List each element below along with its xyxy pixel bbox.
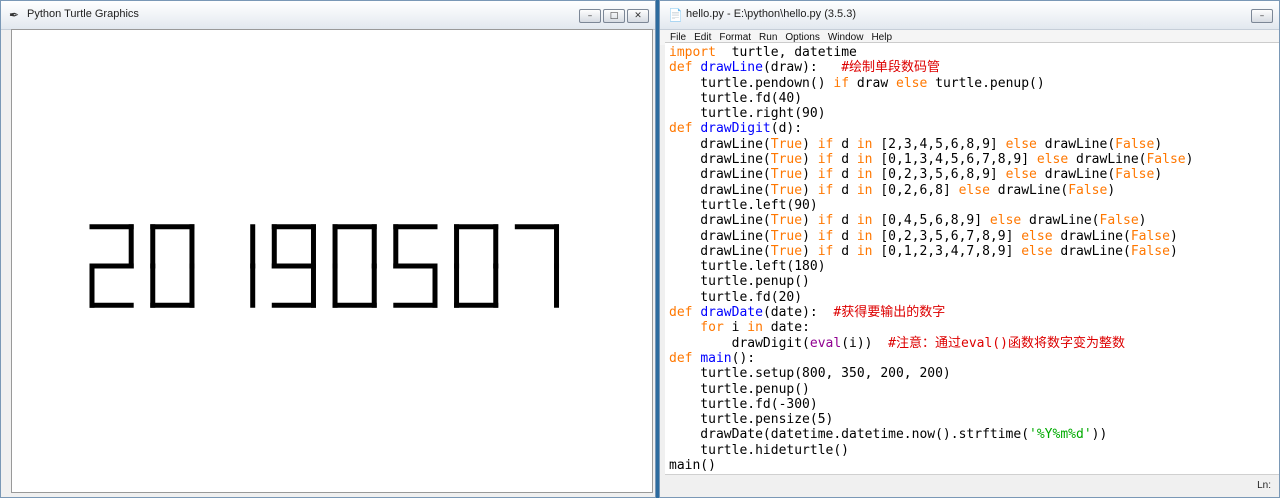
turtle-window-title: Python Turtle Graphics xyxy=(27,8,139,20)
minimize-button[interactable]: – xyxy=(579,9,601,23)
line-column-indicator: Ln: xyxy=(1257,480,1271,491)
code-line[interactable]: turtle.left(180) xyxy=(669,259,1193,274)
status-bar: Ln: xyxy=(665,474,1279,497)
python-file-icon: 📄 xyxy=(668,8,683,22)
idle-editor-window: 📄 hello.py - E:\python\hello.py (3.5.3) … xyxy=(659,0,1280,498)
code-line[interactable]: turtle.hideturtle() xyxy=(669,443,1193,458)
source-code[interactable]: import turtle, datetime def drawLine(draw… xyxy=(669,45,1193,473)
code-line[interactable]: drawLine(True) if d in [0,2,3,5,6,8,9] e… xyxy=(669,167,1193,182)
code-line[interactable]: turtle.penup() xyxy=(669,274,1193,289)
code-line[interactable]: turtle.fd(20) xyxy=(669,290,1193,305)
code-line[interactable]: drawLine(True) if d in [2,3,4,5,6,8,9] e… xyxy=(669,137,1193,152)
idle-titlebar[interactable]: 📄 hello.py - E:\python\hello.py (3.5.3) … xyxy=(660,1,1279,30)
code-line[interactable]: for i in date: xyxy=(669,320,1193,335)
seven-segment-date xyxy=(89,224,560,308)
code-line[interactable]: drawDigit(eval(i)) #注意：通过eval()函数将数字变为整数 xyxy=(669,336,1193,351)
code-line[interactable]: import turtle, datetime xyxy=(669,45,1193,60)
code-line[interactable]: drawLine(True) if d in [0,1,2,3,4,7,8,9]… xyxy=(669,244,1193,259)
turtle-canvas xyxy=(11,29,653,493)
code-line[interactable]: turtle.left(90) xyxy=(669,198,1193,213)
feather-icon: ✒ xyxy=(9,8,20,22)
turtle-window-controls: – □ ✕ xyxy=(579,9,649,23)
code-line[interactable]: def drawDigit(d): xyxy=(669,121,1193,136)
code-line[interactable]: def drawDate(date): #获得要输出的数字 xyxy=(669,305,1193,320)
code-line[interactable]: drawLine(True) if d in [0,2,3,5,6,7,8,9]… xyxy=(669,229,1193,244)
code-line[interactable]: def main(): xyxy=(669,351,1193,366)
idle-window-title: hello.py - E:\python\hello.py (3.5.3) xyxy=(686,8,856,20)
code-line[interactable]: drawLine(True) if d in [0,1,3,4,5,6,7,8,… xyxy=(669,152,1193,167)
code-line[interactable]: drawLine(True) if d in [0,2,6,8] else dr… xyxy=(669,183,1193,198)
code-line[interactable]: main() xyxy=(669,458,1193,473)
code-line[interactable]: turtle.fd(40) xyxy=(669,91,1193,106)
code-line[interactable]: turtle.fd(-300) xyxy=(669,397,1193,412)
code-editor[interactable]: import turtle, datetime def drawLine(draw… xyxy=(665,42,1279,478)
idle-window-controls: – xyxy=(1251,9,1273,23)
idle-minimize-button[interactable]: – xyxy=(1251,9,1273,23)
code-line[interactable]: turtle.pensize(5) xyxy=(669,412,1193,427)
code-line[interactable]: def drawLine(draw): #绘制单段数码管 xyxy=(669,60,1193,75)
turtle-titlebar[interactable]: ✒ Python Turtle Graphics – □ ✕ xyxy=(1,1,655,30)
maximize-button[interactable]: □ xyxy=(603,9,625,23)
code-line[interactable]: turtle.setup(800, 350, 200, 200) xyxy=(669,366,1193,381)
code-line[interactable]: turtle.penup() xyxy=(669,382,1193,397)
code-line[interactable]: turtle.pendown() if draw else turtle.pen… xyxy=(669,76,1193,91)
code-line[interactable]: drawDate(datetime.datetime.now().strftim… xyxy=(669,427,1193,442)
code-line[interactable]: turtle.right(90) xyxy=(669,106,1193,121)
turtle-window: ✒ Python Turtle Graphics – □ ✕ xyxy=(0,0,656,498)
close-button[interactable]: ✕ xyxy=(627,9,649,23)
code-line[interactable]: drawLine(True) if d in [0,4,5,6,8,9] els… xyxy=(669,213,1193,228)
